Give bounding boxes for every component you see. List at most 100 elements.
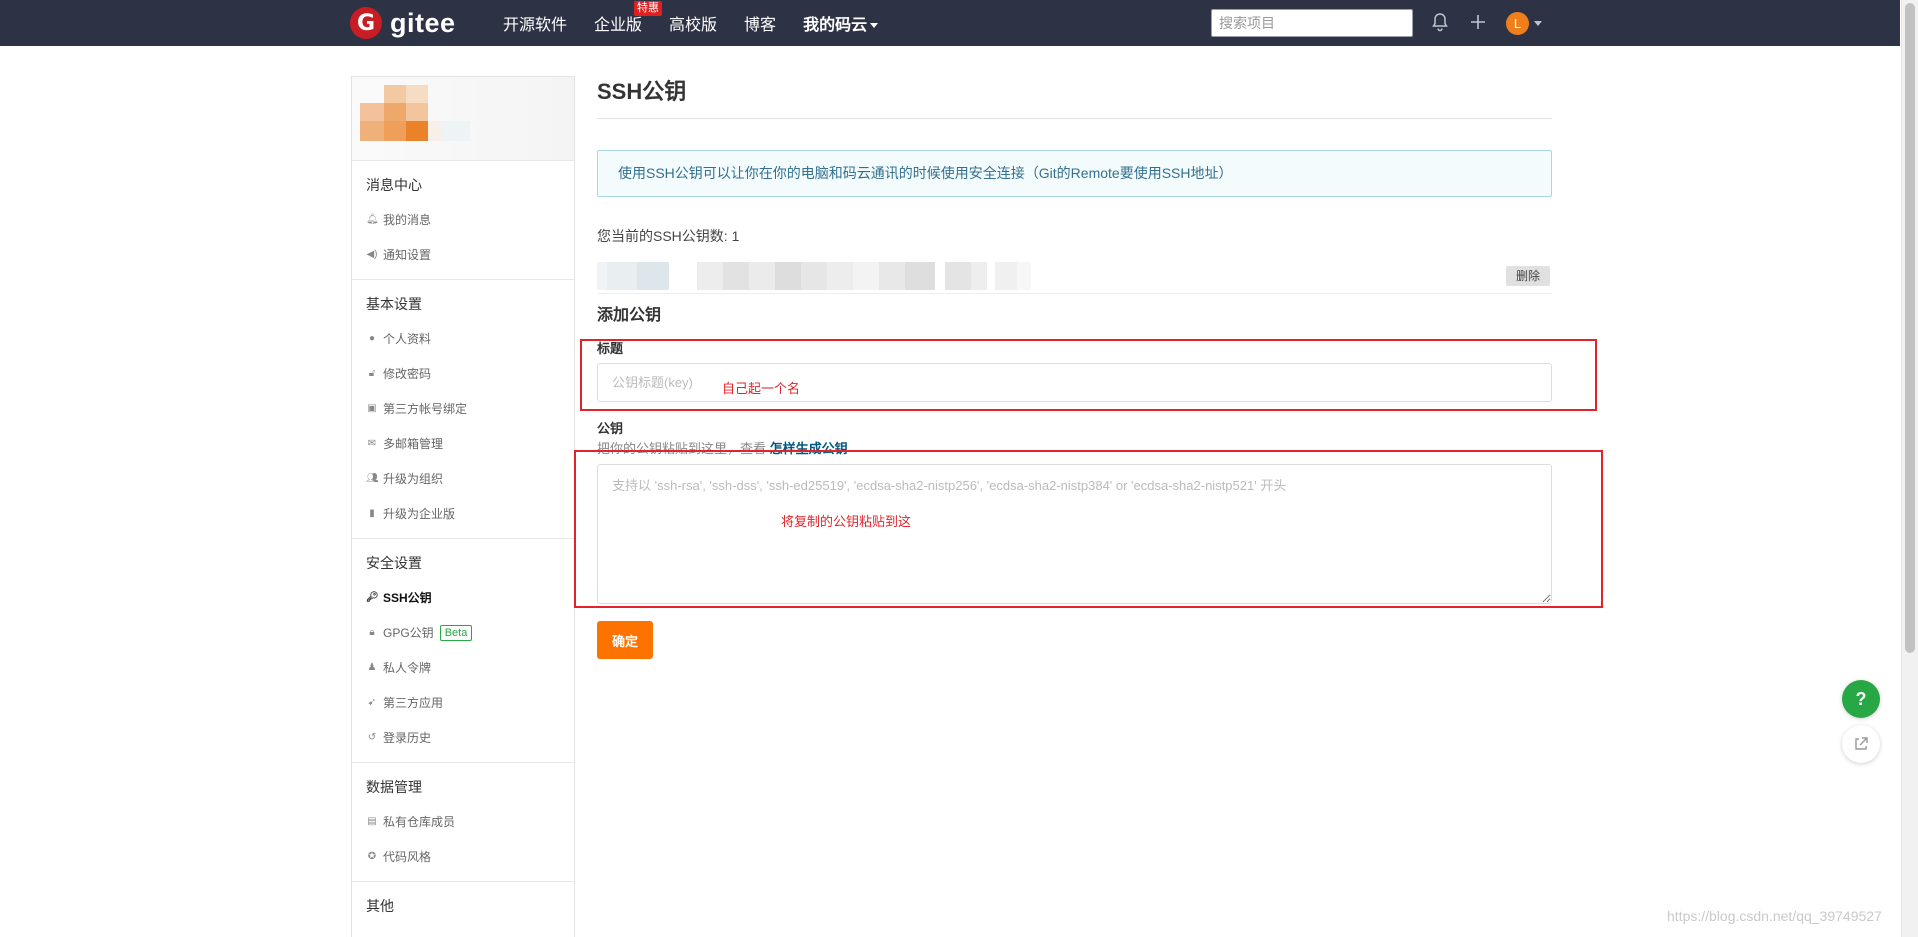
main-nav: 开源软件 企业版 特惠 高校版 博客 我的码云: [503, 0, 905, 46]
rocket-icon: ➹: [367, 697, 377, 708]
speaker-icon: ◀): [366, 249, 378, 260]
title-divider: [597, 118, 1552, 119]
sidebar-item-ssh-keys[interactable]: 🔑︎ SSH公钥: [352, 588, 574, 608]
ssh-key-row: 删除: [597, 254, 1552, 294]
blurred-key-fragment: [1017, 262, 1031, 290]
section-title-security: 安全设置: [366, 555, 422, 571]
key-icon: 🔑︎: [366, 592, 379, 603]
blurred-key-fragment: [775, 262, 801, 290]
sidebar-item-label: 升级为企业版: [383, 507, 456, 521]
watermark: https://blog.csdn.net/qq_39749527: [1667, 908, 1882, 924]
blurred-key-fragment: [749, 262, 775, 290]
user-avatar[interactable]: L: [1506, 12, 1529, 35]
section-title-messages: 消息中心: [366, 177, 422, 193]
profile-avatar-blurred: [352, 77, 574, 161]
nav-my-gitee-label: 我的码云: [803, 17, 868, 34]
blurred-key-fragment: [723, 262, 749, 290]
sidebar-item-change-password[interactable]: 🔓︎ 修改密码: [352, 364, 574, 384]
sidebar-item-label: 修改密码: [383, 367, 432, 381]
info-alert: 使用SSH公钥可以让你在你的电脑和码云通讯的时候使用安全连接（Git的Remot…: [597, 150, 1552, 197]
scrollbar-thumb[interactable]: [1905, 3, 1915, 653]
page-title: SSH公钥: [597, 79, 687, 104]
blurred-key-fragment: [905, 262, 935, 290]
blurred-key-fragment: [879, 262, 905, 290]
chevron-down-icon: [870, 23, 879, 29]
users-icon: 👥︎: [366, 473, 379, 484]
sidebar-item-third-party-binding[interactable]: ▣ 第三方帐号绑定: [352, 399, 574, 419]
sidebar-item-notification-settings[interactable]: ◀) 通知设置: [352, 245, 574, 265]
nav-education[interactable]: 高校版: [669, 11, 717, 35]
blurred-key-fragment: [637, 262, 669, 290]
sidebar-item-profile[interactable]: ● 个人资料: [352, 329, 574, 349]
sidebar-item-email-management[interactable]: ✉ 多邮箱管理: [352, 434, 574, 454]
page-scrollbar[interactable]: [1901, 0, 1918, 937]
mail-icon: ✉: [367, 438, 377, 449]
blurred-key-fragment: [853, 262, 879, 290]
top-navbar: G gitee 开源软件 企业版 特惠 高校版 博客 我的码云 L: [0, 0, 1900, 46]
sidebar-item-label: 登录历史: [383, 731, 432, 745]
sidebar-item-label: 通知设置: [383, 248, 432, 262]
blurred-key-fragment: [597, 262, 607, 290]
bell-icon: 🔔︎: [366, 214, 379, 225]
sidebar-item-label: 第三方应用: [383, 696, 444, 710]
confirm-button[interactable]: 确定: [597, 621, 653, 659]
promo-badge: 特惠: [634, 1, 663, 16]
sidebar-item-label: 私有仓库成员: [383, 815, 456, 829]
search-input[interactable]: [1211, 9, 1413, 37]
add-key-title: 添加公钥: [597, 307, 662, 324]
sidebar-item-code-style[interactable]: ✪ 代码风格: [352, 847, 574, 867]
blurred-key-fragment: [945, 262, 971, 290]
annotation-text-title: 自己起一个名: [722, 381, 801, 396]
sidebar-item-personal-tokens[interactable]: ♟ 私人令牌: [352, 658, 574, 678]
palette-icon: ✪: [367, 851, 377, 862]
annotation-box-title: [580, 339, 1597, 411]
nav-open-source[interactable]: 开源软件: [503, 11, 567, 35]
sidebar-item-login-history[interactable]: ↺ 登录历史: [352, 728, 574, 748]
settings-sidebar: 消息中心 🔔︎ 我的消息 ◀) 通知设置 基本设置 ● 个人资料 🔓︎ 修改密码 ▣ 第三…: [351, 76, 575, 937]
unlock-icon: 🔓︎: [368, 368, 376, 379]
nav-blog[interactable]: 博客: [744, 11, 776, 35]
sidebar-item-label: 代码风格: [383, 850, 432, 864]
blurred-key-fragment: [697, 262, 723, 290]
gitee-logo[interactable]: G gitee: [350, 7, 456, 39]
token-icon: ♟: [367, 662, 377, 673]
blurred-key-fragment: [607, 262, 637, 290]
id-card-icon: ▣: [367, 403, 377, 414]
building-icon: ▮: [369, 508, 375, 519]
sidebar-item-label: SSH公钥: [383, 591, 432, 605]
sidebar-item-upgrade-enterprise[interactable]: ▮ 升级为企业版: [352, 504, 574, 524]
ssh-key-count: 您当前的SSH公钥数: 1: [597, 228, 740, 244]
blurred-key-fragment: [801, 262, 827, 290]
avatar-chevron-down-icon[interactable]: [1534, 21, 1542, 26]
notification-bell-icon[interactable]: [1429, 12, 1451, 34]
sidebar-item-label: 升级为组织: [383, 472, 444, 486]
sidebar-item-third-party-apps[interactable]: ➹ 第三方应用: [352, 693, 574, 713]
sidebar-item-label: 我的消息: [383, 213, 432, 227]
section-title-data: 数据管理: [366, 779, 422, 795]
blurred-key-fragment: [995, 262, 1017, 290]
nav-enterprise-label: 企业版: [594, 17, 643, 34]
sidebar-item-label: 个人资料: [383, 332, 432, 346]
nav-my-gitee[interactable]: 我的码云: [803, 11, 879, 35]
sidebar-item-upgrade-org[interactable]: 👥︎ 升级为组织: [352, 469, 574, 489]
history-icon: ↺: [367, 732, 377, 743]
external-link-icon[interactable]: [1842, 725, 1880, 763]
user-icon: ●: [368, 333, 376, 344]
blurred-key-fragment: [827, 262, 853, 290]
sidebar-item-private-repo-members[interactable]: ▤ 私有仓库成员: [352, 812, 574, 832]
sidebar-item-label: GPG公钥: [383, 626, 434, 640]
beta-badge: Beta: [439, 625, 473, 641]
nav-enterprise[interactable]: 企业版 特惠: [594, 1, 663, 35]
help-button[interactable]: ?: [1842, 680, 1880, 718]
sidebar-item-my-messages[interactable]: 🔔︎ 我的消息: [352, 210, 574, 230]
sidebar-item-label: 私人令牌: [383, 661, 432, 675]
sidebar-item-gpg-keys[interactable]: 🔒︎ GPG公钥 Beta: [352, 623, 574, 643]
public-key-label: 公钥: [597, 421, 624, 436]
section-title-other: 其他: [366, 898, 394, 914]
delete-key-button[interactable]: 删除: [1505, 266, 1550, 286]
section-title-basic: 基本设置: [366, 296, 422, 312]
sidebar-item-label: 多邮箱管理: [383, 437, 444, 451]
annotation-box-key: [574, 450, 1603, 608]
blurred-key-fragment: [971, 262, 987, 290]
plus-icon[interactable]: [1467, 12, 1489, 34]
